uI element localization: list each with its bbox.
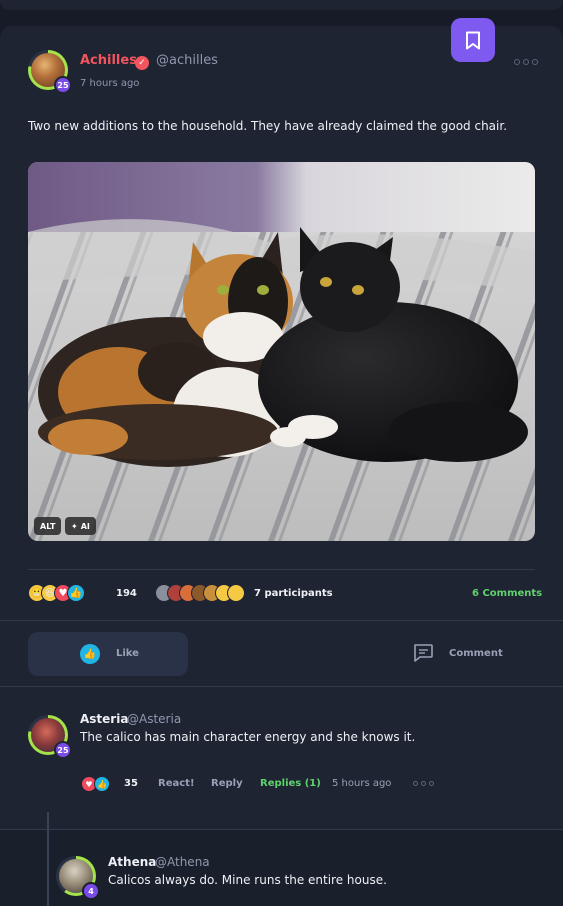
commenter-avatar[interactable]: 25 <box>28 715 72 759</box>
author-avatar[interactable]: 25 <box>28 50 72 94</box>
level-badge: 25 <box>54 76 72 94</box>
reply-text: Calicos always do. Mine runs the entire … <box>108 873 387 887</box>
comment-text: The calico has main character energy and… <box>80 730 416 744</box>
post-text: Two new additions to the household. They… <box>28 119 508 133</box>
thumbs-up-icon: 👍 <box>80 644 100 664</box>
level-badge: 4 <box>82 882 100 900</box>
reply-button[interactable]: Reply <box>211 778 243 789</box>
comment-icon <box>414 644 433 662</box>
author-handle[interactable]: @achilles <box>156 53 218 68</box>
post-image[interactable]: ALT ✦ AI <box>28 162 535 541</box>
alt-tag[interactable]: ALT <box>34 517 62 535</box>
post-card: 25 Achilles ✓ @achilles 7 hours ago Two … <box>0 18 563 906</box>
comment-label: Comment <box>449 648 503 659</box>
actions-divider-bottom <box>0 686 563 687</box>
reaction-count[interactable]: 194 <box>116 588 137 599</box>
participants-count[interactable]: 7 participants <box>254 588 333 599</box>
stats-divider <box>28 569 535 570</box>
thread-line <box>47 812 49 906</box>
like-label: Like <box>116 648 139 659</box>
author-name[interactable]: Achilles <box>80 53 137 68</box>
post-timestamp: 7 hours ago <box>80 78 140 89</box>
verified-icon: ✓ <box>135 56 149 70</box>
comment-timestamp: 5 hours ago <box>332 778 392 789</box>
post-more-options-icon[interactable] <box>514 59 538 65</box>
like-button[interactable]: 👍 Like <box>28 632 188 676</box>
participant-avatar <box>227 584 245 602</box>
level-badge: 25 <box>54 741 72 759</box>
sparkle-icon: ✦ <box>71 521 78 531</box>
reply-author-name[interactable]: Athena <box>108 855 156 869</box>
bookmark-button[interactable] <box>451 18 495 62</box>
bookmark-icon <box>466 31 480 49</box>
comment-more-options-icon[interactable] <box>413 781 434 786</box>
thread-divider <box>0 829 563 830</box>
previous-card-edge <box>0 0 563 10</box>
actions-divider-top <box>0 620 563 621</box>
ai-tag-label: AI <box>80 521 90 531</box>
thumbs-up-icon: 👍 <box>94 776 110 792</box>
replies-link[interactable]: Replies (1) <box>260 778 321 789</box>
commenter-name[interactable]: Asteria <box>80 712 128 726</box>
thumbs-up-icon: 👍 <box>67 584 85 602</box>
alt-tag-label: ALT <box>40 521 56 531</box>
react-button[interactable]: React! <box>158 778 195 789</box>
commenter-handle[interactable]: @Asteria <box>127 712 181 726</box>
reply-author-handle[interactable]: @Athena <box>155 855 210 869</box>
cats-photo <box>28 162 535 541</box>
reply-author-avatar[interactable]: 4 <box>56 856 100 900</box>
comment-reaction-count[interactable]: 35 <box>124 778 138 789</box>
comments-link[interactable]: 6 Comments <box>472 588 542 599</box>
ai-tag[interactable]: ✦ AI <box>65 517 96 535</box>
